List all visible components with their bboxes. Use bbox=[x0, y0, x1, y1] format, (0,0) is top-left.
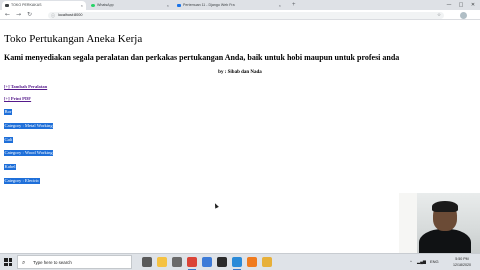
browser-toolbar: ← → ↻ ⓘ localhost:8000 ☆ ⋮ bbox=[0, 10, 480, 28]
close-tab-icon[interactable]: × bbox=[279, 1, 281, 10]
item-name-gali: Gali bbox=[4, 137, 13, 143]
store-icon[interactable] bbox=[172, 257, 182, 267]
webcam-person-body bbox=[419, 229, 471, 253]
whatsapp-icon bbox=[91, 4, 95, 7]
item-category-wood: Category : Wood Working bbox=[4, 150, 54, 156]
close-tab-icon[interactable]: × bbox=[167, 1, 169, 10]
address-bar[interactable]: ⓘ localhost:8000 ☆ bbox=[48, 11, 444, 19]
taskbar-search-box[interactable]: ⌕ Type here to search bbox=[17, 255, 132, 269]
reload-button[interactable]: ↻ bbox=[25, 10, 34, 20]
page-title: Toko Pertukangan Aneka Kerja bbox=[4, 33, 143, 45]
site-info-icon[interactable]: ⓘ bbox=[51, 12, 55, 19]
tray-overflow-chevron-icon[interactable]: ^ bbox=[410, 254, 412, 270]
browser-tab-strip: TOKO PERKAKAS × WhatsApp × Pertemuan 11 … bbox=[0, 0, 480, 10]
item-name-bor: Bor bbox=[4, 109, 12, 115]
windows-taskbar: ⌕ Type here to search ^ ▂▄▆ ENG 5:50 PM … bbox=[0, 253, 480, 270]
vscode-icon[interactable] bbox=[232, 257, 242, 270]
minimize-button[interactable]: — bbox=[443, 0, 455, 10]
forward-button[interactable]: → bbox=[14, 10, 23, 20]
terminal-icon[interactable] bbox=[217, 257, 227, 267]
page-byline: by : Sibab dan Nada bbox=[218, 70, 262, 75]
folder-icon[interactable] bbox=[262, 257, 272, 267]
browser-tab-whatsapp[interactable]: WhatsApp × bbox=[88, 1, 172, 10]
tab-label: WhatsApp bbox=[97, 3, 114, 7]
close-tab-icon[interactable]: × bbox=[81, 1, 83, 10]
chrome-icon[interactable] bbox=[187, 257, 197, 270]
search-placeholder: Type here to search bbox=[33, 260, 72, 265]
page-favicon-icon bbox=[5, 4, 9, 7]
browser-tab-pertemuan[interactable]: Pertemuan 11 - Django Web Fra × bbox=[174, 1, 284, 10]
add-tool-link[interactable]: [+] Tambah Peralatan bbox=[4, 84, 47, 89]
network-icon[interactable]: ▂▄▆ bbox=[417, 254, 426, 270]
url-text[interactable]: localhost:8000 bbox=[58, 12, 83, 19]
task-view-icon[interactable] bbox=[142, 257, 152, 267]
item-category-electric: Category : Electric bbox=[4, 178, 40, 184]
profile-avatar[interactable] bbox=[460, 12, 467, 19]
taskbar-clock[interactable]: 5:50 PM 12/18/2020 bbox=[449, 256, 475, 268]
print-pdf-link[interactable]: [+] Print PDF bbox=[4, 96, 31, 101]
browser-tab-toko[interactable]: TOKO PERKAKAS × bbox=[2, 1, 86, 10]
webcam-background bbox=[399, 193, 417, 253]
webcam-person-hair bbox=[432, 201, 458, 212]
search-icon: ⌕ bbox=[22, 259, 26, 266]
language-indicator[interactable]: ENG bbox=[430, 254, 439, 270]
maximize-button[interactable]: □ bbox=[455, 0, 467, 10]
new-tab-button[interactable]: + bbox=[292, 0, 296, 10]
clock-date: 12/18/2020 bbox=[453, 263, 471, 267]
document-favicon-icon bbox=[177, 4, 181, 7]
item-name-kabel: Kabel bbox=[4, 164, 16, 170]
close-window-button[interactable]: ✕ bbox=[467, 0, 479, 10]
webcam-overlay bbox=[399, 193, 480, 253]
tab-label: TOKO PERKAKAS bbox=[11, 3, 42, 7]
bookmark-star-icon[interactable]: ☆ bbox=[437, 12, 441, 19]
tab-label: Pertemuan 11 - Django Web Fra bbox=[183, 3, 235, 7]
item-category-metal: Category : Metal Working bbox=[4, 123, 54, 129]
page-subtitle: Kami menyediakan segala peralatan dan pe… bbox=[4, 53, 400, 62]
file-explorer-icon[interactable] bbox=[157, 257, 167, 267]
mail-icon[interactable] bbox=[202, 257, 212, 267]
xampp-icon[interactable] bbox=[247, 257, 257, 267]
back-button[interactable]: ← bbox=[3, 10, 12, 20]
windows-start-icon[interactable] bbox=[4, 258, 12, 266]
